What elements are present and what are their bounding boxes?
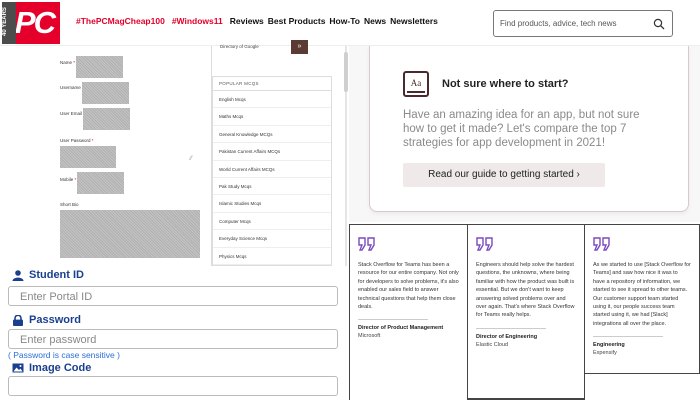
anniversary-badge: 40 YEARS bbox=[2, 2, 16, 44]
testimonial-company: Expensify bbox=[593, 350, 617, 357]
list-item[interactable]: Pak Study Mcqs bbox=[213, 178, 331, 196]
field-label-mobile: Mobile * bbox=[60, 177, 77, 182]
student-id-input[interactable] bbox=[8, 286, 338, 306]
screenshot-collage: 40 YEARS PC #ThePCMagCheap100 #Windows11… bbox=[0, 0, 700, 400]
image-icon bbox=[12, 363, 24, 373]
sidebar-top: Directory of Google » bbox=[212, 40, 332, 58]
read-guide-button[interactable]: Read our guide to getting started › bbox=[403, 163, 605, 187]
list-item[interactable]: Pakistan Current Affairs MCQs bbox=[213, 143, 331, 161]
registration-form: Name * Username * User Email * User Pass… bbox=[0, 40, 348, 266]
testimonial-role: Director of Engineering bbox=[476, 333, 538, 340]
divider bbox=[358, 319, 428, 321]
trending-tag[interactable]: #Windows11 bbox=[172, 16, 223, 26]
field-label-bio: Short Bio bbox=[60, 202, 79, 207]
testimonial-card: Engineers should help solve the hardest … bbox=[467, 224, 585, 400]
student-id-field[interactable] bbox=[9, 288, 337, 306]
list-item[interactable]: World Current Affairs MCQs bbox=[213, 161, 331, 178]
search-icon[interactable] bbox=[653, 18, 665, 30]
mobile-field[interactable] bbox=[77, 172, 124, 194]
quote-icon bbox=[476, 237, 493, 251]
card-title: Not sure where to start? bbox=[442, 78, 569, 90]
resize-handle-icon[interactable]: ⁄⁄ bbox=[190, 156, 192, 162]
divider bbox=[593, 336, 663, 338]
list-item[interactable]: General Knowledge MCQs bbox=[213, 126, 331, 144]
nav-best-products[interactable]: Best Products bbox=[268, 16, 326, 26]
search-box[interactable]: Find products, advice, tech news bbox=[493, 10, 673, 37]
card-body: Have an amazing idea for an app, but not… bbox=[403, 109, 640, 149]
search-input[interactable]: Find products, advice, tech news bbox=[500, 19, 617, 28]
list-item[interactable]: Everyday Science Mcqs bbox=[213, 230, 331, 248]
quote-icon bbox=[593, 237, 610, 251]
nav-links: Reviews Best Products How-To News Newsle… bbox=[230, 16, 438, 26]
pcmag-nav: #ThePCMagCheap100 #Windows11 Reviews Bes… bbox=[76, 16, 438, 26]
password-input[interactable] bbox=[8, 329, 338, 349]
guide-card: Aa Not sure where to start? Have an amaz… bbox=[369, 46, 689, 212]
trending-tag[interactable]: #ThePCMagCheap100 bbox=[76, 16, 165, 26]
testimonial-text: Engineers should help solve the hardest … bbox=[476, 262, 575, 319]
list-item[interactable]: Islamic Studies Mcqs bbox=[213, 195, 331, 213]
user-icon bbox=[12, 269, 24, 281]
testimonial-card: As we started to use [Stack Overflow for… bbox=[585, 224, 700, 374]
password-label: Password bbox=[12, 314, 81, 326]
field-label-username: Username * bbox=[60, 85, 84, 90]
divider bbox=[476, 327, 546, 329]
image-code-label: Image Code bbox=[12, 362, 91, 374]
name-field[interactable] bbox=[76, 56, 123, 78]
font-book-icon: Aa bbox=[403, 71, 429, 97]
testimonial-company: Elastic Cloud bbox=[476, 341, 509, 348]
testimonial-text: As we started to use [Stack Overflow for… bbox=[593, 262, 691, 327]
field-label-name: Name * bbox=[60, 60, 76, 65]
student-id-label: Student ID bbox=[12, 269, 84, 281]
nav-newsletters[interactable]: Newsletters bbox=[390, 16, 438, 26]
directory-label: Directory of Google bbox=[220, 44, 259, 49]
list-item[interactable]: English Mcqs bbox=[213, 91, 331, 109]
lock-icon bbox=[13, 314, 23, 326]
email-field[interactable] bbox=[83, 108, 130, 130]
image-code-field[interactable] bbox=[9, 378, 337, 396]
password-field[interactable] bbox=[9, 331, 337, 349]
pcmag-header: 40 YEARS PC #ThePCMagCheap100 #Windows11… bbox=[0, 0, 700, 46]
forward-button[interactable]: » bbox=[291, 40, 308, 54]
testimonial-card: Stack Overflow for Teams has been a reso… bbox=[349, 224, 467, 400]
testimonial-company: Microsoft bbox=[358, 333, 381, 340]
field-label-password: User Password * bbox=[60, 138, 94, 143]
sidebar: Directory of Google » POPULAR MCQS Engli… bbox=[211, 40, 332, 266]
bio-field[interactable] bbox=[60, 210, 200, 258]
password-field[interactable] bbox=[60, 146, 116, 168]
list-item[interactable]: Maths Mcqs bbox=[213, 108, 331, 126]
nav-how-to[interactable]: How-To bbox=[329, 16, 360, 26]
username-field[interactable] bbox=[82, 82, 129, 104]
list-item[interactable]: Physics Mcqs bbox=[213, 248, 331, 265]
popular-mcqs-list: POPULAR MCQS English Mcqs Maths Mcqs Gen… bbox=[212, 76, 332, 266]
field-label-email: User Email * bbox=[60, 111, 85, 116]
scrollbar[interactable] bbox=[344, 52, 348, 92]
testimonial-text: Stack Overflow for Teams has been a reso… bbox=[358, 262, 459, 311]
quote-icon bbox=[358, 237, 375, 251]
testimonial-role: Director of Product Management bbox=[358, 325, 444, 332]
list-heading: POPULAR MCQS bbox=[213, 77, 331, 91]
image-code-input[interactable] bbox=[8, 376, 338, 396]
nav-reviews[interactable]: Reviews bbox=[230, 16, 264, 26]
list-item[interactable]: Computer Mcqs bbox=[213, 213, 331, 231]
pcmag-logo[interactable]: 40 YEARS PC bbox=[2, 2, 60, 44]
testimonials: Stack Overflow for Teams has been a reso… bbox=[349, 224, 700, 400]
logo-text: PC bbox=[14, 5, 56, 40]
password-hint: ( Password is case sensitive ) bbox=[8, 350, 120, 360]
login-form: Student ID Password ( Password is case s… bbox=[0, 266, 347, 400]
nav-news[interactable]: News bbox=[364, 16, 386, 26]
testimonial-role: Engineering bbox=[593, 342, 625, 349]
